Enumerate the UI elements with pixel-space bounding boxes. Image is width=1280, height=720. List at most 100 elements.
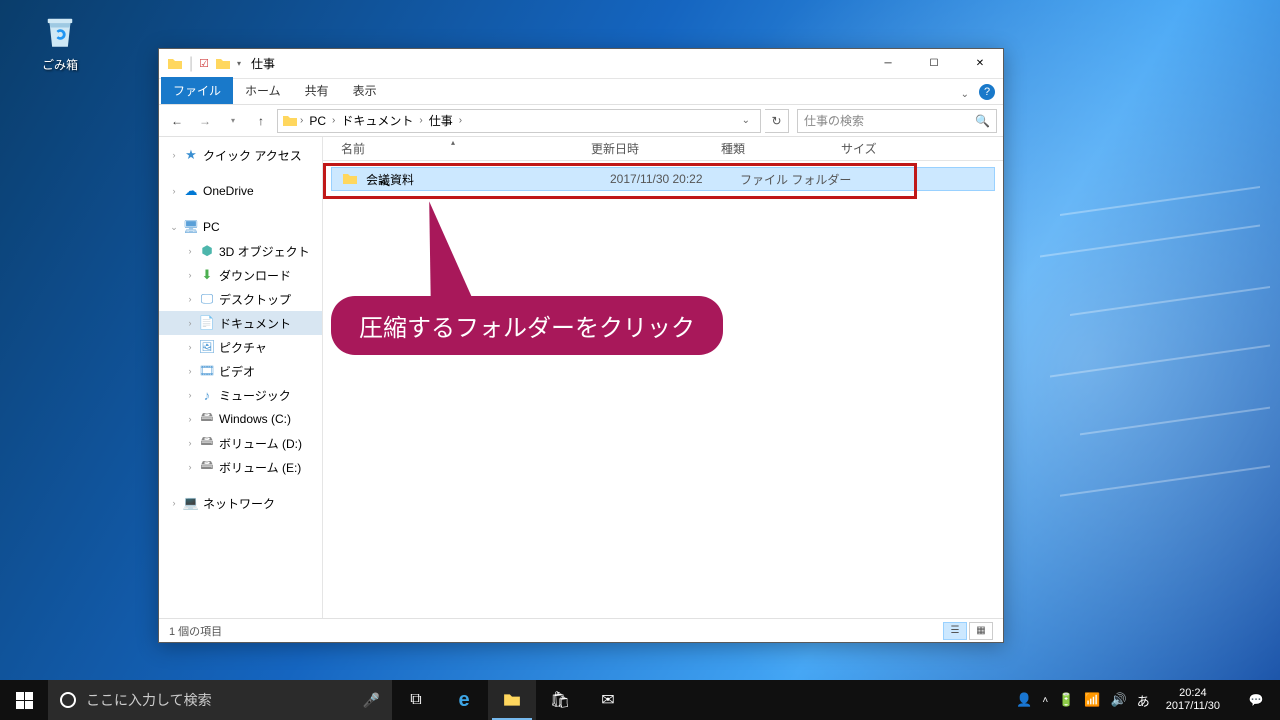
nav-music[interactable]: ›♪ミュージック — [159, 383, 322, 407]
annotation-text: 圧縮するフォルダーをクリック — [331, 296, 723, 355]
nav-videos[interactable]: ›🎞ビデオ — [159, 359, 322, 383]
view-details-button[interactable]: ☰ — [943, 622, 967, 640]
navigation-pane[interactable]: ›★クイック アクセス ›☁OneDrive ⌄🖥PC ›⬢3D オブジェクト … — [159, 137, 323, 618]
tab-file[interactable]: ファイル — [161, 77, 233, 104]
recycle-bin[interactable]: ごみ箱 — [30, 10, 90, 73]
mic-icon[interactable]: 🎤 — [363, 692, 380, 709]
wifi-icon[interactable]: 📶 — [1084, 692, 1100, 708]
nav-pc[interactable]: ⌄🖥PC — [159, 215, 322, 239]
view-large-button[interactable]: ▦ — [969, 622, 993, 640]
crumb-documents[interactable]: ドキュメント — [337, 112, 417, 129]
annotation-callout: 圧縮するフォルダーをクリック — [331, 296, 723, 355]
taskbar-store[interactable]: 🛍 — [536, 680, 584, 720]
chevron-right-icon[interactable]: › — [169, 186, 179, 196]
nav-forward-button: → — [193, 109, 217, 133]
nav-quick-access[interactable]: ›★クイック アクセス — [159, 143, 322, 167]
maximize-button[interactable]: ☐ — [911, 49, 957, 79]
nav-onedrive[interactable]: ›☁OneDrive — [159, 179, 322, 203]
crumb-folder[interactable]: 仕事 — [425, 112, 457, 129]
col-name[interactable]: 名前▴ — [341, 140, 591, 157]
cloud-icon: ☁ — [183, 183, 199, 199]
search-icon[interactable]: 🔍 — [975, 114, 990, 128]
nav-drive-d[interactable]: ›🖴ボリューム (D:) — [159, 431, 322, 455]
col-type[interactable]: 種類 — [721, 140, 841, 157]
search-placeholder: 仕事の検索 — [804, 112, 864, 129]
search-input[interactable]: 仕事の検索 🔍 — [797, 109, 997, 133]
file-list[interactable]: 会議資料 2017/11/30 20:22 ファイル フォルダー 圧縮するフォル… — [323, 161, 1003, 618]
help-icon[interactable]: ? — [979, 84, 995, 100]
cortana-icon — [60, 692, 76, 708]
drive-icon: 🖴 — [199, 435, 215, 451]
taskbar-mail[interactable]: ✉ — [584, 680, 632, 720]
nav-3d-objects[interactable]: ›⬢3D オブジェクト — [159, 239, 322, 263]
taskbar[interactable]: ここに入力して検索 🎤 ⧉ e 🛍 ✉ 👤 ˄ 🔋 📶 🔊 あ 20:24 20… — [0, 680, 1280, 720]
system-tray[interactable]: 👤 ˄ 🔋 📶 🔊 あ 20:24 2017/11/30 💬 — [1016, 680, 1280, 720]
close-button[interactable]: ✕ — [957, 49, 1003, 79]
qat-properties-icon[interactable]: ☑ — [199, 57, 209, 70]
network-icon: 💻 — [183, 495, 199, 511]
titlebar[interactable]: | ☑ ▾ 仕事 ─ ☐ ✕ — [159, 49, 1003, 79]
breadcrumb[interactable]: › PC › ドキュメント › 仕事 › ⌄ — [277, 109, 761, 133]
column-headers[interactable]: 名前▴ 更新日時 種類 サイズ — [323, 137, 1003, 161]
crumb-pc[interactable]: PC — [305, 114, 330, 128]
edge-icon: e — [458, 689, 469, 712]
status-text: 1 個の項目 — [169, 623, 222, 639]
chevron-down-icon[interactable]: ⌄ — [169, 222, 179, 233]
tab-view[interactable]: 表示 — [341, 77, 389, 104]
tab-home[interactable]: ホーム — [233, 77, 293, 104]
nav-documents[interactable]: ›📄ドキュメント — [159, 311, 322, 335]
tray-expand-icon[interactable]: ˄ — [1042, 695, 1048, 706]
chevron-right-icon[interactable]: › — [330, 115, 337, 126]
chevron-right-icon[interactable]: › — [457, 115, 464, 126]
col-date[interactable]: 更新日時 — [591, 140, 721, 157]
video-icon: 🎞 — [199, 363, 215, 379]
ribbon-expand-icon[interactable]: ⌄ — [955, 85, 975, 104]
nav-drive-e[interactable]: ›🖴ボリューム (E:) — [159, 455, 322, 479]
taskbar-explorer[interactable] — [488, 680, 536, 720]
star-icon: ★ — [183, 147, 199, 163]
nav-recent-icon[interactable]: ▾ — [221, 109, 245, 133]
wallpaper-streaks — [1020, 180, 1280, 540]
qat-dropdown-icon[interactable]: ▾ — [237, 59, 241, 68]
chevron-right-icon[interactable]: › — [417, 115, 424, 126]
chevron-right-icon[interactable]: › — [169, 150, 179, 160]
qat-separator: | — [189, 55, 193, 73]
col-size[interactable]: サイズ — [841, 140, 921, 157]
action-center-button[interactable]: 💬 — [1236, 680, 1276, 720]
nav-back-button[interactable]: ← — [165, 109, 189, 133]
chevron-right-icon[interactable]: › — [169, 498, 179, 508]
statusbar: 1 個の項目 ☰ ▦ — [159, 618, 1003, 642]
notification-icon: 💬 — [1249, 693, 1264, 707]
minimize-button[interactable]: ─ — [865, 49, 911, 79]
people-icon[interactable]: 👤 — [1016, 692, 1032, 708]
ribbon-tabs: ファイル ホーム 共有 表示 ⌄ ? — [159, 79, 1003, 105]
nav-network[interactable]: ›💻ネットワーク — [159, 491, 322, 515]
task-view-icon: ⧉ — [410, 691, 421, 709]
download-icon: ⬇ — [199, 267, 215, 283]
refresh-button[interactable]: ↻ — [765, 109, 789, 133]
ime-indicator[interactable]: あ — [1137, 691, 1150, 710]
battery-icon[interactable]: 🔋 — [1058, 692, 1074, 708]
nav-downloads[interactable]: ›⬇ダウンロード — [159, 263, 322, 287]
file-row[interactable]: 会議資料 2017/11/30 20:22 ファイル フォルダー — [331, 167, 995, 191]
folder-icon — [502, 691, 522, 709]
taskbar-search[interactable]: ここに入力して検索 🎤 — [48, 680, 392, 720]
tab-share[interactable]: 共有 — [293, 77, 341, 104]
nav-pictures[interactable]: ›🖼ピクチャ — [159, 335, 322, 359]
nav-drive-c[interactable]: ›🖴Windows (C:) — [159, 407, 322, 431]
nav-up-button[interactable]: ↑ — [249, 109, 273, 133]
file-name: 会議資料 — [366, 171, 610, 188]
start-button[interactable] — [0, 680, 48, 720]
drive-icon: 🖴 — [199, 411, 215, 427]
nav-desktop[interactable]: ›🖵デスクトップ — [159, 287, 322, 311]
content-area: 名前▴ 更新日時 種類 サイズ 会議資料 2017/11/30 20:22 ファ… — [323, 137, 1003, 618]
music-icon: ♪ — [199, 387, 215, 403]
chevron-right-icon[interactable]: › — [298, 115, 305, 126]
taskbar-clock[interactable]: 20:24 2017/11/30 — [1160, 687, 1226, 713]
breadcrumb-dropdown-icon[interactable]: ⌄ — [736, 115, 756, 126]
task-view-button[interactable]: ⧉ — [392, 680, 440, 720]
volume-icon[interactable]: 🔊 — [1111, 692, 1127, 708]
qat-folder-icon[interactable] — [215, 56, 231, 72]
taskbar-edge[interactable]: e — [440, 680, 488, 720]
folder-icon — [167, 56, 183, 72]
